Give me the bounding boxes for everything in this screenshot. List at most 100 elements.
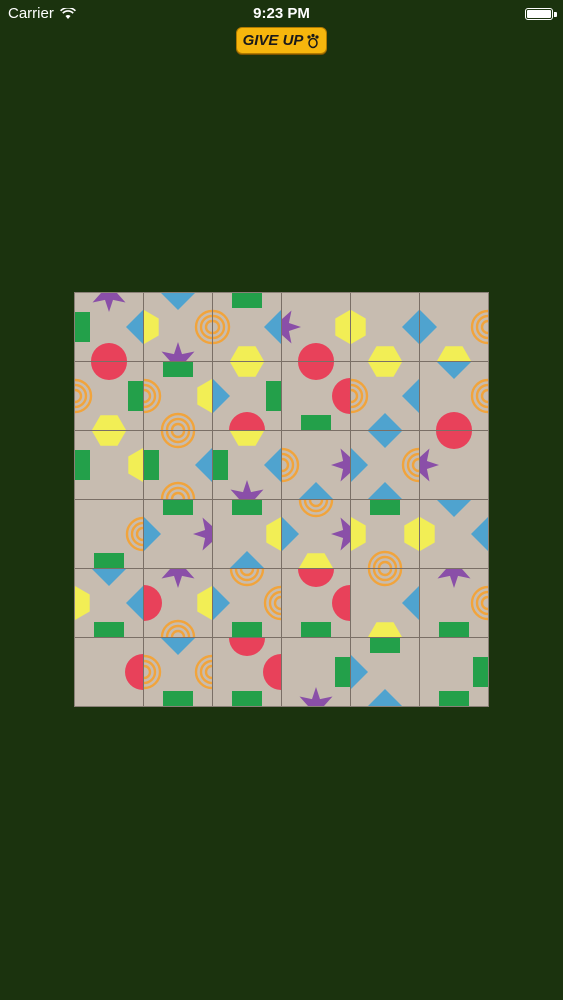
puzzle-tile[interactable]	[75, 638, 143, 706]
purple-star-icon	[230, 480, 264, 499]
orange-spiral-icon	[75, 378, 93, 414]
tile-graphic	[282, 447, 350, 499]
puzzle-tile[interactable]	[282, 293, 350, 361]
puzzle-tile[interactable]	[213, 500, 281, 568]
orange-spiral-icon	[160, 619, 196, 637]
puzzle-tile[interactable]	[282, 362, 350, 430]
puzzle-tile[interactable]	[144, 500, 212, 568]
puzzle-tile[interactable]	[144, 293, 212, 361]
purple-star-icon	[420, 448, 439, 482]
red-circle-icon	[436, 431, 472, 449]
red-circle-icon	[91, 362, 127, 380]
green-square-icon	[144, 450, 159, 480]
green-square-icon	[163, 500, 193, 515]
puzzle-tile[interactable]	[75, 293, 143, 361]
puzzle-tile[interactable]	[75, 431, 143, 499]
tile-graphic	[351, 310, 419, 361]
orange-spiral-icon	[298, 500, 334, 518]
blue-diamond-icon	[264, 448, 281, 482]
blue-diamond-icon	[351, 448, 368, 482]
tile-graphic	[420, 500, 488, 551]
yellow-hexagon-icon	[92, 415, 126, 430]
give-up-button[interactable]: GIVE UP	[236, 27, 327, 54]
puzzle-tile[interactable]	[144, 569, 212, 637]
yellow-hexagon-icon	[197, 379, 212, 413]
yellow-hexagon-icon	[197, 586, 212, 620]
puzzle-tile[interactable]	[420, 638, 488, 706]
green-square-icon	[301, 415, 331, 430]
tile-graphic	[75, 431, 143, 482]
yellow-hexagon-icon	[351, 517, 366, 551]
puzzle-tile[interactable]	[351, 293, 419, 361]
puzzle-tile[interactable]	[282, 569, 350, 637]
puzzle-board	[74, 292, 489, 707]
puzzle-tile[interactable]	[75, 362, 143, 430]
tile-graphic	[144, 569, 212, 637]
purple-star-icon	[437, 569, 471, 588]
puzzle-tile[interactable]	[213, 431, 281, 499]
puzzle-tile[interactable]	[420, 569, 488, 637]
red-circle-icon	[91, 343, 127, 361]
puzzle-tile[interactable]	[213, 362, 281, 430]
puzzle-tile[interactable]	[282, 431, 350, 499]
puzzle-tile[interactable]	[75, 569, 143, 637]
purple-star-icon	[331, 448, 350, 482]
blue-diamond-icon	[368, 689, 402, 706]
green-square-icon	[163, 691, 193, 706]
yellow-hexagon-icon	[368, 622, 402, 637]
green-square-icon	[232, 293, 262, 308]
green-square-icon	[301, 622, 331, 637]
blue-diamond-icon	[213, 379, 230, 413]
yellow-hexagon-icon	[266, 517, 281, 551]
puzzle-tile[interactable]	[144, 638, 212, 706]
blue-diamond-icon	[161, 293, 195, 310]
tile-graphic	[282, 500, 350, 568]
green-square-icon	[439, 622, 469, 637]
yellow-hexagon-icon	[404, 517, 419, 551]
blue-diamond-icon	[402, 379, 419, 413]
orange-spiral-icon	[160, 431, 196, 449]
puzzle-tile[interactable]	[144, 431, 212, 499]
puzzle-tile[interactable]	[351, 638, 419, 706]
puzzle-tile[interactable]	[420, 362, 488, 430]
tile-graphic	[351, 362, 419, 430]
puzzle-tile[interactable]	[351, 500, 419, 568]
puzzle-tile[interactable]	[351, 362, 419, 430]
tile-graphic	[230, 500, 281, 568]
blue-diamond-icon	[299, 482, 333, 499]
tile-graphic	[144, 500, 212, 551]
puzzle-tile[interactable]	[213, 569, 281, 637]
green-square-icon	[94, 553, 124, 568]
puzzle-tile[interactable]	[282, 638, 350, 706]
tile-graphic	[75, 569, 143, 637]
tile-graphic	[420, 431, 472, 482]
puzzle-tile[interactable]	[351, 431, 419, 499]
puzzle-tile[interactable]	[351, 569, 419, 637]
puzzle-tile[interactable]	[420, 293, 488, 361]
puzzle-tile[interactable]	[213, 293, 281, 361]
tile-graphic	[351, 500, 419, 568]
orange-spiral-icon	[470, 378, 488, 414]
green-square-icon	[128, 381, 143, 411]
tile-graphic	[367, 569, 419, 637]
puzzle-tile[interactable]	[420, 431, 488, 499]
puzzle-tile[interactable]	[282, 500, 350, 568]
blue-diamond-icon	[195, 448, 212, 482]
puzzle-tile[interactable]	[213, 638, 281, 706]
status-bar: Carrier 9:23 PM	[0, 0, 563, 28]
yellow-hexagon-icon	[299, 553, 333, 568]
tile-graphic	[351, 431, 419, 499]
battery-icon	[525, 8, 553, 20]
puzzle-tile[interactable]	[420, 500, 488, 568]
red-circle-icon	[332, 585, 350, 621]
blue-diamond-icon	[471, 517, 488, 551]
cat-paw-icon	[307, 33, 320, 48]
battery-tip	[554, 12, 557, 17]
puzzle-tile[interactable]	[144, 362, 212, 430]
red-circle-icon	[298, 343, 334, 361]
yellow-hexagon-icon	[92, 431, 126, 446]
puzzle-tile[interactable]	[75, 500, 143, 568]
orange-spiral-icon	[282, 447, 300, 483]
yellow-hexagon-icon	[230, 362, 264, 377]
orange-spiral-icon	[144, 654, 162, 690]
